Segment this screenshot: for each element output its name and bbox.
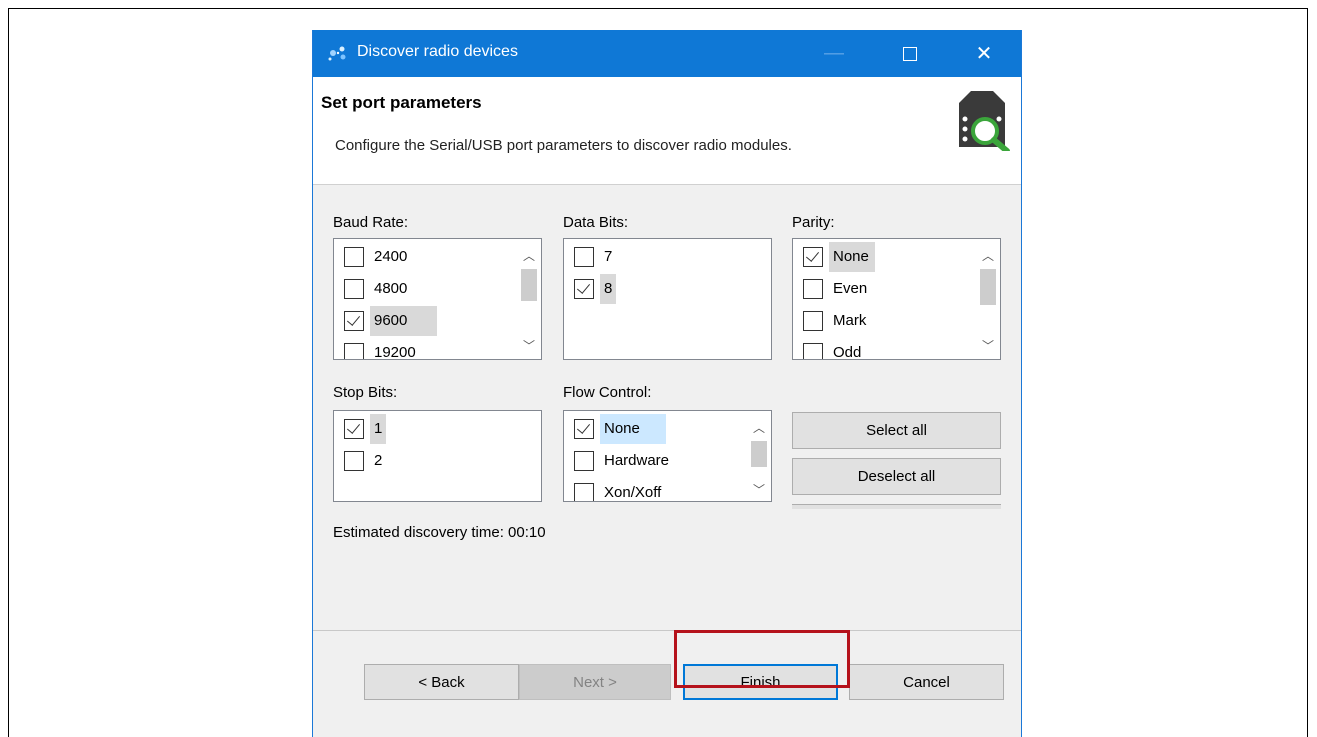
scrollbar[interactable]: ︿ ﹀ [517,239,541,359]
page-description: Configure the Serial/USB port parameters… [335,137,792,154]
title-bar: Discover radio devices — ✕ [313,30,1021,77]
estimated-time: Estimated discovery time: 00:10 [333,524,546,541]
flow-control-label: Flow Control: [563,384,652,401]
page-title: Set port parameters [321,93,482,112]
list-item[interactable]: Xon/Xoff [574,478,665,501]
scroll-up-icon[interactable]: ︿ [976,245,1000,265]
list-item[interactable]: Hardware [574,446,673,476]
list-item[interactable]: 2400 [344,242,411,272]
list-item-label: 7 [604,248,613,265]
list-item-label: Hardware [604,452,670,469]
list-item[interactable]: Odd [803,338,865,360]
checkbox[interactable] [574,451,594,471]
minimize-button[interactable]: — [811,30,857,77]
checkbox[interactable] [344,451,364,471]
list-item-label: 19200 [374,344,416,360]
list-item-label: 9600 [370,306,438,336]
checkbox[interactable] [574,279,594,299]
select-all-button[interactable]: Select all [792,412,1001,449]
back-button[interactable]: < Back [364,664,519,700]
list-item-label: Xon/Xoff [604,484,662,501]
list-item-label: None [600,414,666,444]
list-item[interactable]: 4800 [344,274,411,304]
checkbox[interactable] [344,279,364,299]
list-item-label: Even [833,280,868,297]
checkbox[interactable] [803,247,823,267]
checkbox[interactable] [574,247,594,267]
list-item[interactable]: 7 [574,242,616,272]
flow-control-list[interactable]: None Hardware Xon/Xoff ︿ ﹀ [563,410,772,502]
discover-dialog: Discover radio devices — ✕ Set port para… [312,30,1022,737]
list-item-label: 2 [374,452,383,469]
checkbox[interactable] [803,279,823,299]
parity-list[interactable]: None Even Mark Odd ︿ ﹀ [792,238,1001,360]
checkbox[interactable] [803,311,823,331]
maximize-icon [903,46,917,61]
finish-highlight-box [674,630,850,688]
maximize-button[interactable] [887,30,933,77]
list-item-label: Odd [833,344,862,360]
scrollbar[interactable]: ︿ ﹀ [976,239,1000,359]
list-item[interactable]: None [574,414,666,444]
list-item[interactable]: 8 [574,274,617,304]
baud-rate-label: Baud Rate: [333,214,409,231]
scroll-up-icon[interactable]: ︿ [747,417,771,437]
scroll-thumb[interactable] [751,441,767,467]
list-item-label: 2400 [374,248,408,265]
scroll-down-icon[interactable]: ﹀ [747,479,771,499]
close-button[interactable]: ✕ [961,30,1007,77]
parity-label: Parity: [792,214,835,231]
list-item[interactable]: 9600 [344,306,438,336]
checkbox[interactable] [574,483,594,501]
scroll-down-icon[interactable]: ﹀ [976,335,1000,355]
scroll-down-icon[interactable]: ﹀ [517,335,541,355]
list-item[interactable]: 1 [344,414,387,444]
checkbox[interactable] [344,419,364,439]
checkbox[interactable] [803,343,823,359]
list-item[interactable]: Mark [803,306,870,336]
scroll-thumb[interactable] [980,269,996,305]
list-item[interactable]: 19200 [344,338,420,360]
list-item[interactable]: None [803,242,875,272]
app-icon [328,46,346,61]
list-item-label: 8 [600,274,617,304]
partial-button [792,504,1001,509]
scrollbar[interactable]: ︿ ﹀ [747,411,771,501]
list-item-label: None [829,242,875,272]
checkbox[interactable] [344,311,364,331]
deselect-all-button[interactable]: Deselect all [792,458,1001,495]
close-icon: ✕ [975,43,993,65]
data-bits-label: Data Bits: [563,214,629,231]
baud-rate-list[interactable]: 2400 4800 9600 19200 ︿ ﹀ [333,238,542,360]
radio-search-icon [959,91,1010,151]
list-item-label: Mark [833,312,867,329]
list-item[interactable]: Even [803,274,871,304]
scroll-up-icon[interactable]: ︿ [517,245,541,265]
list-item[interactable]: 2 [344,446,386,476]
list-item-label: 4800 [374,280,408,297]
list-item-label: 1 [370,414,387,444]
checkbox[interactable] [344,343,364,359]
checkbox[interactable] [574,419,594,439]
wizard-header: Set port parameters Configure the Serial… [313,77,1021,185]
stop-bits-list[interactable]: 1 2 [333,410,542,502]
scroll-thumb[interactable] [521,269,537,301]
data-bits-list[interactable]: 7 8 [563,238,772,360]
next-button[interactable]: Next > [519,664,671,700]
cancel-button[interactable]: Cancel [849,664,1004,700]
footer-divider [313,630,1021,631]
checkbox[interactable] [344,247,364,267]
stop-bits-label: Stop Bits: [333,384,398,401]
window-title: Discover radio devices [357,43,518,60]
